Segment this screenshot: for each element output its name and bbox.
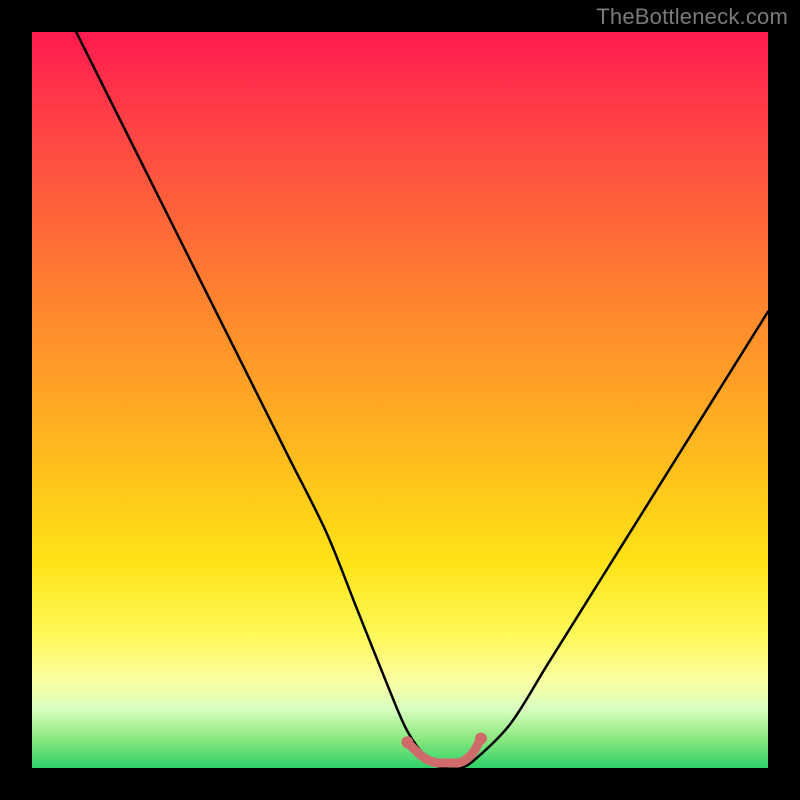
plot-area bbox=[32, 32, 768, 768]
curve-svg bbox=[32, 32, 768, 768]
marker-endpoint bbox=[475, 733, 487, 745]
chart-frame: TheBottleneck.com bbox=[0, 0, 800, 800]
optimal-marker bbox=[407, 739, 481, 764]
watermark-text: TheBottleneck.com bbox=[596, 4, 788, 30]
bottleneck-curve bbox=[76, 32, 768, 768]
marker-endpoint bbox=[401, 736, 413, 748]
